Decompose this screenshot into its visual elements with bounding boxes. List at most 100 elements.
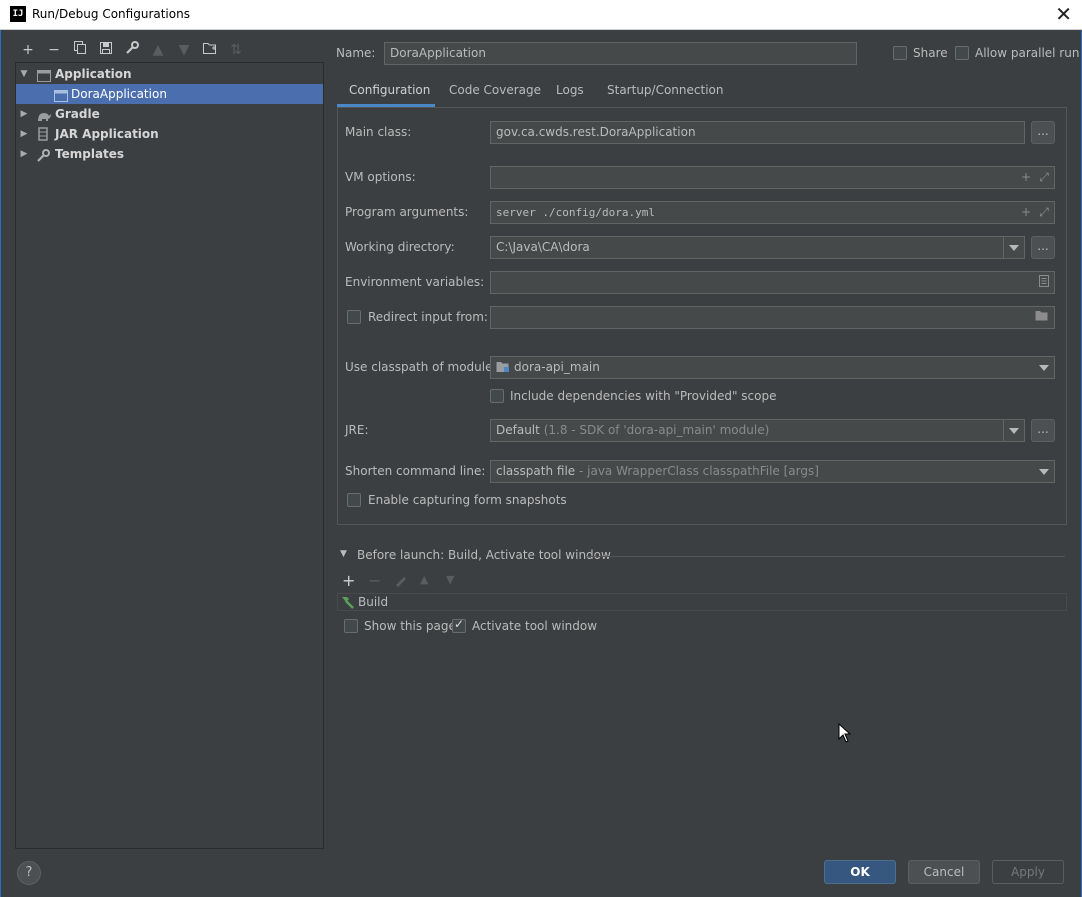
- chevron-down-icon[interactable]: [1039, 365, 1049, 371]
- working-directory-browse-button[interactable]: ...: [1031, 236, 1055, 259]
- help-button[interactable]: ?: [17, 861, 41, 885]
- expand-arrow-icon[interactable]: ▼: [18, 64, 30, 84]
- tree-item-jar-application[interactable]: ▶ JAR Application: [16, 124, 323, 144]
- arrow-down-icon[interactable]: ▼: [174, 40, 194, 60]
- arrow-up-icon[interactable]: ▲: [148, 40, 168, 60]
- document-icon[interactable]: [1037, 275, 1051, 289]
- plus-icon[interactable]: +: [18, 40, 38, 60]
- vm-options-input[interactable]: + ⤢: [490, 166, 1055, 189]
- tree-item-label: JAR Application: [55, 127, 159, 141]
- gradle-icon: [37, 108, 51, 121]
- dropdown-separator: [1003, 420, 1004, 441]
- before-launch-toggle-icon[interactable]: ▼: [340, 549, 347, 559]
- show-this-page-label: Show this page: [364, 619, 456, 633]
- module-folder-icon: [496, 359, 510, 372]
- close-icon[interactable]: ✕: [1055, 3, 1072, 25]
- allow-parallel-run-label: Allow parallel run: [975, 46, 1080, 60]
- collapse-arrow-icon[interactable]: ▶: [18, 144, 30, 164]
- minus-icon[interactable]: −: [368, 571, 381, 590]
- arrow-up-icon[interactable]: ▲: [420, 573, 428, 586]
- working-directory-label: Working directory:: [345, 240, 455, 254]
- copy-icon[interactable]: [70, 40, 90, 60]
- classpath-module-value: dora-api_main: [514, 360, 600, 374]
- program-arguments-input[interactable]: server ./config/dora.yml + ⤢: [490, 201, 1055, 224]
- include-dependencies-checkbox[interactable]: [490, 389, 504, 403]
- tree-item-doraapplication[interactable]: DoraApplication: [16, 84, 323, 104]
- classpath-module-label: Use classpath of module:: [345, 360, 497, 374]
- jre-select[interactable]: Default (1.8 - SDK of 'dora-api_main' mo…: [490, 419, 1025, 442]
- before-launch-task-build[interactable]: Build: [337, 593, 1067, 611]
- working-directory-select[interactable]: C:\Java\CA\dora: [490, 236, 1025, 259]
- tree-item-gradle[interactable]: ▶ Gradle: [16, 104, 323, 124]
- classpath-module-select[interactable]: dora-api_main: [490, 356, 1055, 379]
- activate-tool-window-label: Activate tool window: [472, 619, 598, 633]
- include-dependencies-label: Include dependencies with "Provided" sco…: [510, 389, 777, 403]
- tree-item-label: Templates: [55, 147, 125, 161]
- tree-item-label: Application: [55, 67, 132, 81]
- jre-label: JRE:: [345, 423, 369, 437]
- name-label: Name:: [336, 46, 376, 60]
- plus-icon[interactable]: +: [1019, 205, 1033, 219]
- chevron-down-icon[interactable]: [1009, 245, 1019, 251]
- redirect-input-checkbox[interactable]: [347, 310, 361, 324]
- arrow-down-icon[interactable]: ▼: [446, 573, 454, 586]
- hammer-icon: [340, 595, 354, 612]
- share-label: Share: [913, 46, 948, 60]
- enable-snapshots-label: Enable capturing form snapshots: [368, 493, 567, 507]
- main-class-input[interactable]: gov.ca.cwds.rest.DoraApplication: [490, 121, 1025, 144]
- chevron-down-icon[interactable]: [1009, 428, 1019, 434]
- cancel-button[interactable]: Cancel: [908, 860, 980, 884]
- before-launch-divider: [585, 556, 1065, 557]
- save-icon[interactable]: [96, 40, 116, 60]
- intellij-app-icon: IJ: [10, 6, 26, 22]
- collapse-arrow-icon[interactable]: ▶: [18, 104, 30, 124]
- minus-icon[interactable]: −: [44, 40, 64, 60]
- folder-icon[interactable]: [1035, 310, 1049, 324]
- jre-detail: (1.8 - SDK of 'dora-api_main' module): [543, 423, 770, 437]
- activate-tool-window-checkbox[interactable]: [452, 617, 466, 633]
- shorten-command-line-select[interactable]: classpath file - java WrapperClass class…: [490, 460, 1055, 483]
- edit-icon[interactable]: [394, 573, 408, 590]
- mouse-cursor-icon: [838, 722, 852, 746]
- collapse-arrow-icon[interactable]: ▶: [18, 124, 30, 144]
- jar-icon: [38, 127, 52, 141]
- tree-item-templates[interactable]: ▶ Templates: [16, 144, 323, 164]
- vm-options-label: VM options:: [345, 170, 416, 184]
- expand-icon[interactable]: ⤢: [1037, 205, 1051, 219]
- tree-item-application[interactable]: ▼ Application: [16, 64, 323, 84]
- folder-add-icon[interactable]: [200, 40, 220, 60]
- tab-logs[interactable]: Logs: [556, 82, 584, 104]
- plus-icon[interactable]: +: [1019, 170, 1033, 184]
- title-bar: IJ Run/Debug Configurations ✕: [0, 0, 1082, 30]
- share-checkbox[interactable]: [893, 46, 907, 60]
- shorten-command-line-value: classpath file: [496, 464, 576, 478]
- tab-configuration[interactable]: Configuration: [349, 82, 430, 104]
- tree-item-label: Gradle: [55, 107, 100, 121]
- wrench-icon[interactable]: [122, 40, 142, 60]
- enable-snapshots-checkbox[interactable]: [347, 493, 361, 507]
- tab-code-coverage[interactable]: Code Coverage: [449, 82, 541, 104]
- apply-button[interactable]: Apply: [992, 860, 1064, 884]
- tab-startup-connection[interactable]: Startup/Connection: [607, 82, 723, 104]
- expand-icon[interactable]: ⤢: [1037, 170, 1051, 184]
- environment-variables-label: Environment variables:: [345, 275, 485, 289]
- ok-button[interactable]: OK: [824, 860, 896, 884]
- chevron-down-icon[interactable]: [1039, 469, 1049, 475]
- name-input[interactable]: DoraApplication: [384, 42, 857, 65]
- window-title: Run/Debug Configurations: [32, 7, 190, 21]
- redirect-input-field[interactable]: [490, 306, 1055, 329]
- main-class-browse-button[interactable]: ...: [1031, 121, 1055, 144]
- dropdown-separator: [1003, 237, 1004, 258]
- allow-parallel-run-checkbox[interactable]: [955, 46, 969, 60]
- environment-variables-input[interactable]: [490, 271, 1055, 294]
- sort-icon[interactable]: ⇅: [226, 40, 246, 60]
- program-arguments-value: server ./config/dora.yml: [496, 206, 655, 219]
- jre-browse-button[interactable]: ...: [1031, 419, 1055, 442]
- shorten-command-line-detail: - java WrapperClass classpathFile [args]: [579, 464, 819, 478]
- plus-icon[interactable]: +: [342, 571, 355, 590]
- show-this-page-checkbox[interactable]: [344, 619, 358, 633]
- window-border-left: [0, 30, 1, 897]
- wrench-icon: [37, 148, 51, 162]
- application-icon: [37, 68, 51, 82]
- tree-item-label: DoraApplication: [71, 87, 167, 101]
